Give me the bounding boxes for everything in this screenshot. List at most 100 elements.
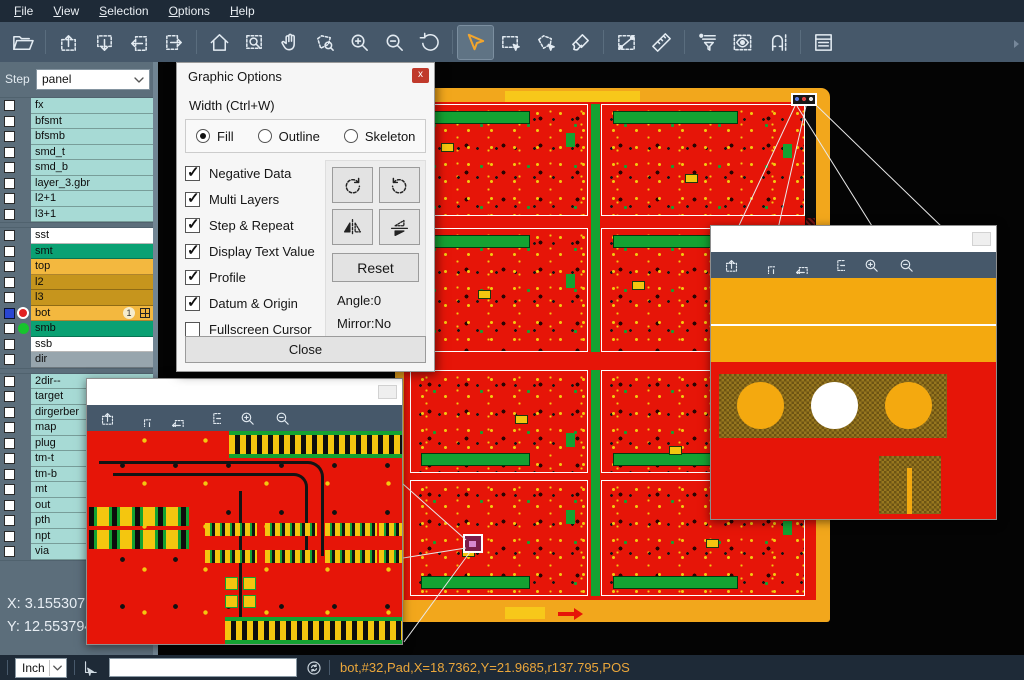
zoom-in-icon[interactable] xyxy=(239,410,256,427)
layer-row-l3[interactable]: l3 xyxy=(0,290,153,306)
command-input[interactable] xyxy=(109,658,297,677)
magnifier-1-view[interactable] xyxy=(87,431,402,644)
layer-row-layer_3.gbr[interactable]: layer_3.gbr xyxy=(0,176,153,192)
panel-down-icon[interactable] xyxy=(758,257,775,274)
filter-button[interactable] xyxy=(690,26,725,59)
zoom-window-button[interactable] xyxy=(237,26,272,59)
magnifier-2-window-button[interactable] xyxy=(972,232,991,246)
layer-visibility-checkbox[interactable] xyxy=(4,391,15,402)
brush-edit-button[interactable] xyxy=(563,26,598,59)
layer-name[interactable]: bfsmb xyxy=(31,129,153,145)
layer-visibility-checkbox[interactable] xyxy=(4,209,15,220)
unit-select[interactable]: Inch xyxy=(15,658,67,678)
dialog-checkbox-profile[interactable]: Profile xyxy=(185,264,325,290)
toolbar-overflow-icon[interactable] xyxy=(1014,40,1019,48)
layer-grid-icon[interactable] xyxy=(140,308,150,318)
dialog-checkbox-multi-layers[interactable]: Multi Layers xyxy=(185,186,325,212)
mirror-vertical-button[interactable] xyxy=(379,209,420,245)
layer-visibility-checkbox[interactable] xyxy=(4,531,15,542)
step-select[interactable]: panel xyxy=(36,69,150,90)
layer-row-smd_t[interactable]: smd_t xyxy=(0,145,153,161)
layer-row-top[interactable]: top xyxy=(0,259,153,275)
zoom-previous-button[interactable] xyxy=(412,26,447,59)
layer-row-ssb[interactable]: ssb xyxy=(0,337,153,353)
dialog-title-bar[interactable]: Graphic Options x xyxy=(177,63,434,90)
dialog-checkbox-datum-origin[interactable]: Datum & Origin xyxy=(185,290,325,316)
menu-view[interactable]: View xyxy=(43,1,89,21)
layer-name[interactable]: top xyxy=(31,259,153,275)
dialog-checkbox-step-repeat[interactable]: Step & Repeat xyxy=(185,212,325,238)
trace-snap-button[interactable] xyxy=(760,26,795,59)
layer-name[interactable]: l3 xyxy=(31,290,153,306)
move-panel-down-button[interactable] xyxy=(86,26,121,59)
zoom-in-button[interactable] xyxy=(342,26,377,59)
move-panel-right-button[interactable] xyxy=(156,26,191,59)
zoom-in-icon[interactable] xyxy=(863,257,880,274)
view-options-button[interactable] xyxy=(725,26,760,59)
ruler-button[interactable] xyxy=(644,26,679,59)
layer-visibility-checkbox[interactable] xyxy=(4,131,15,142)
layer-row-dir[interactable]: dir xyxy=(0,352,153,368)
layer-name[interactable]: smt xyxy=(31,244,153,260)
magnifier-1-window-button[interactable] xyxy=(378,385,397,399)
radio-fill[interactable]: Fill xyxy=(196,129,234,144)
home-view-button[interactable] xyxy=(202,26,237,59)
radio-outline[interactable]: Outline xyxy=(258,129,320,144)
layer-visibility-checkbox[interactable] xyxy=(4,178,15,189)
zoom-out-icon[interactable] xyxy=(274,410,291,427)
zoom-polygon-button[interactable] xyxy=(307,26,342,59)
rotate-ccw-button[interactable] xyxy=(379,167,420,203)
magnifier-1-title-bar[interactable] xyxy=(87,379,402,405)
layer-row-l2[interactable]: l2 xyxy=(0,275,153,291)
panel-down-icon[interactable] xyxy=(134,410,151,427)
layer-visibility-checkbox[interactable] xyxy=(4,515,15,526)
layer-visibility-checkbox[interactable] xyxy=(4,292,15,303)
pan-button[interactable] xyxy=(272,26,307,59)
zoom-out-icon[interactable] xyxy=(898,257,915,274)
magnifier-2-view[interactable] xyxy=(711,278,996,519)
menu-options[interactable]: Options xyxy=(159,1,220,21)
layer-name[interactable]: layer_3.gbr xyxy=(31,176,153,192)
layer-visibility-checkbox[interactable] xyxy=(4,230,15,241)
layer-row-smd_b[interactable]: smd_b xyxy=(0,160,153,176)
layer-visibility-checkbox[interactable] xyxy=(4,116,15,127)
layer-visibility-checkbox[interactable] xyxy=(4,193,15,204)
layer-row-smb[interactable]: smb xyxy=(0,321,153,337)
open-file-button[interactable] xyxy=(5,26,40,59)
menu-help[interactable]: Help xyxy=(220,1,265,21)
dialog-close-button[interactable]: x xyxy=(412,68,429,83)
layer-visibility-checkbox[interactable] xyxy=(4,246,15,257)
layer-name[interactable]: smd_t xyxy=(31,145,153,161)
panel-right-icon[interactable] xyxy=(828,257,845,274)
layer-visibility-checkbox[interactable] xyxy=(4,339,15,350)
panel-left-icon[interactable] xyxy=(793,257,810,274)
corner-measure-icon[interactable] xyxy=(82,659,99,676)
layer-row-bfsmb[interactable]: bfsmb xyxy=(0,129,153,145)
dialog-checkbox-negative-data[interactable]: Negative Data xyxy=(185,160,325,186)
layer-visibility-checkbox[interactable] xyxy=(4,100,15,111)
layer-name[interactable]: l2 xyxy=(31,275,153,291)
layer-name[interactable]: sst xyxy=(31,228,153,244)
layer-name[interactable]: bfsmt xyxy=(31,114,153,130)
layer-name[interactable]: l3+1 xyxy=(31,207,153,223)
layer-name[interactable]: l2+1 xyxy=(31,191,153,207)
layer-visibility-checkbox[interactable] xyxy=(4,162,15,173)
close-button[interactable]: Close xyxy=(185,336,426,363)
layer-name[interactable]: smb xyxy=(31,321,153,337)
select-cursor-button[interactable] xyxy=(458,26,493,59)
move-panel-up-button[interactable] xyxy=(51,26,86,59)
dialog-checkbox-display-text-value[interactable]: Display Text Value xyxy=(185,238,325,264)
layer-visibility-checkbox[interactable] xyxy=(4,261,15,272)
panel-up-icon[interactable] xyxy=(723,257,740,274)
layer-visibility-checkbox[interactable] xyxy=(4,308,15,319)
layer-row-l2+1[interactable]: l2+1 xyxy=(0,191,153,207)
layer-visibility-checkbox[interactable] xyxy=(4,422,15,433)
magnifier-2-title-bar[interactable] xyxy=(711,226,996,252)
menu-selection[interactable]: Selection xyxy=(89,1,158,21)
layer-visibility-checkbox[interactable] xyxy=(4,407,15,418)
polygon-select-button[interactable] xyxy=(528,26,563,59)
layer-row-sst[interactable]: sst xyxy=(0,228,153,244)
layer-row-smt[interactable]: smt xyxy=(0,244,153,260)
layer-row-bot[interactable]: bot1 xyxy=(0,306,153,322)
move-panel-left-button[interactable] xyxy=(121,26,156,59)
